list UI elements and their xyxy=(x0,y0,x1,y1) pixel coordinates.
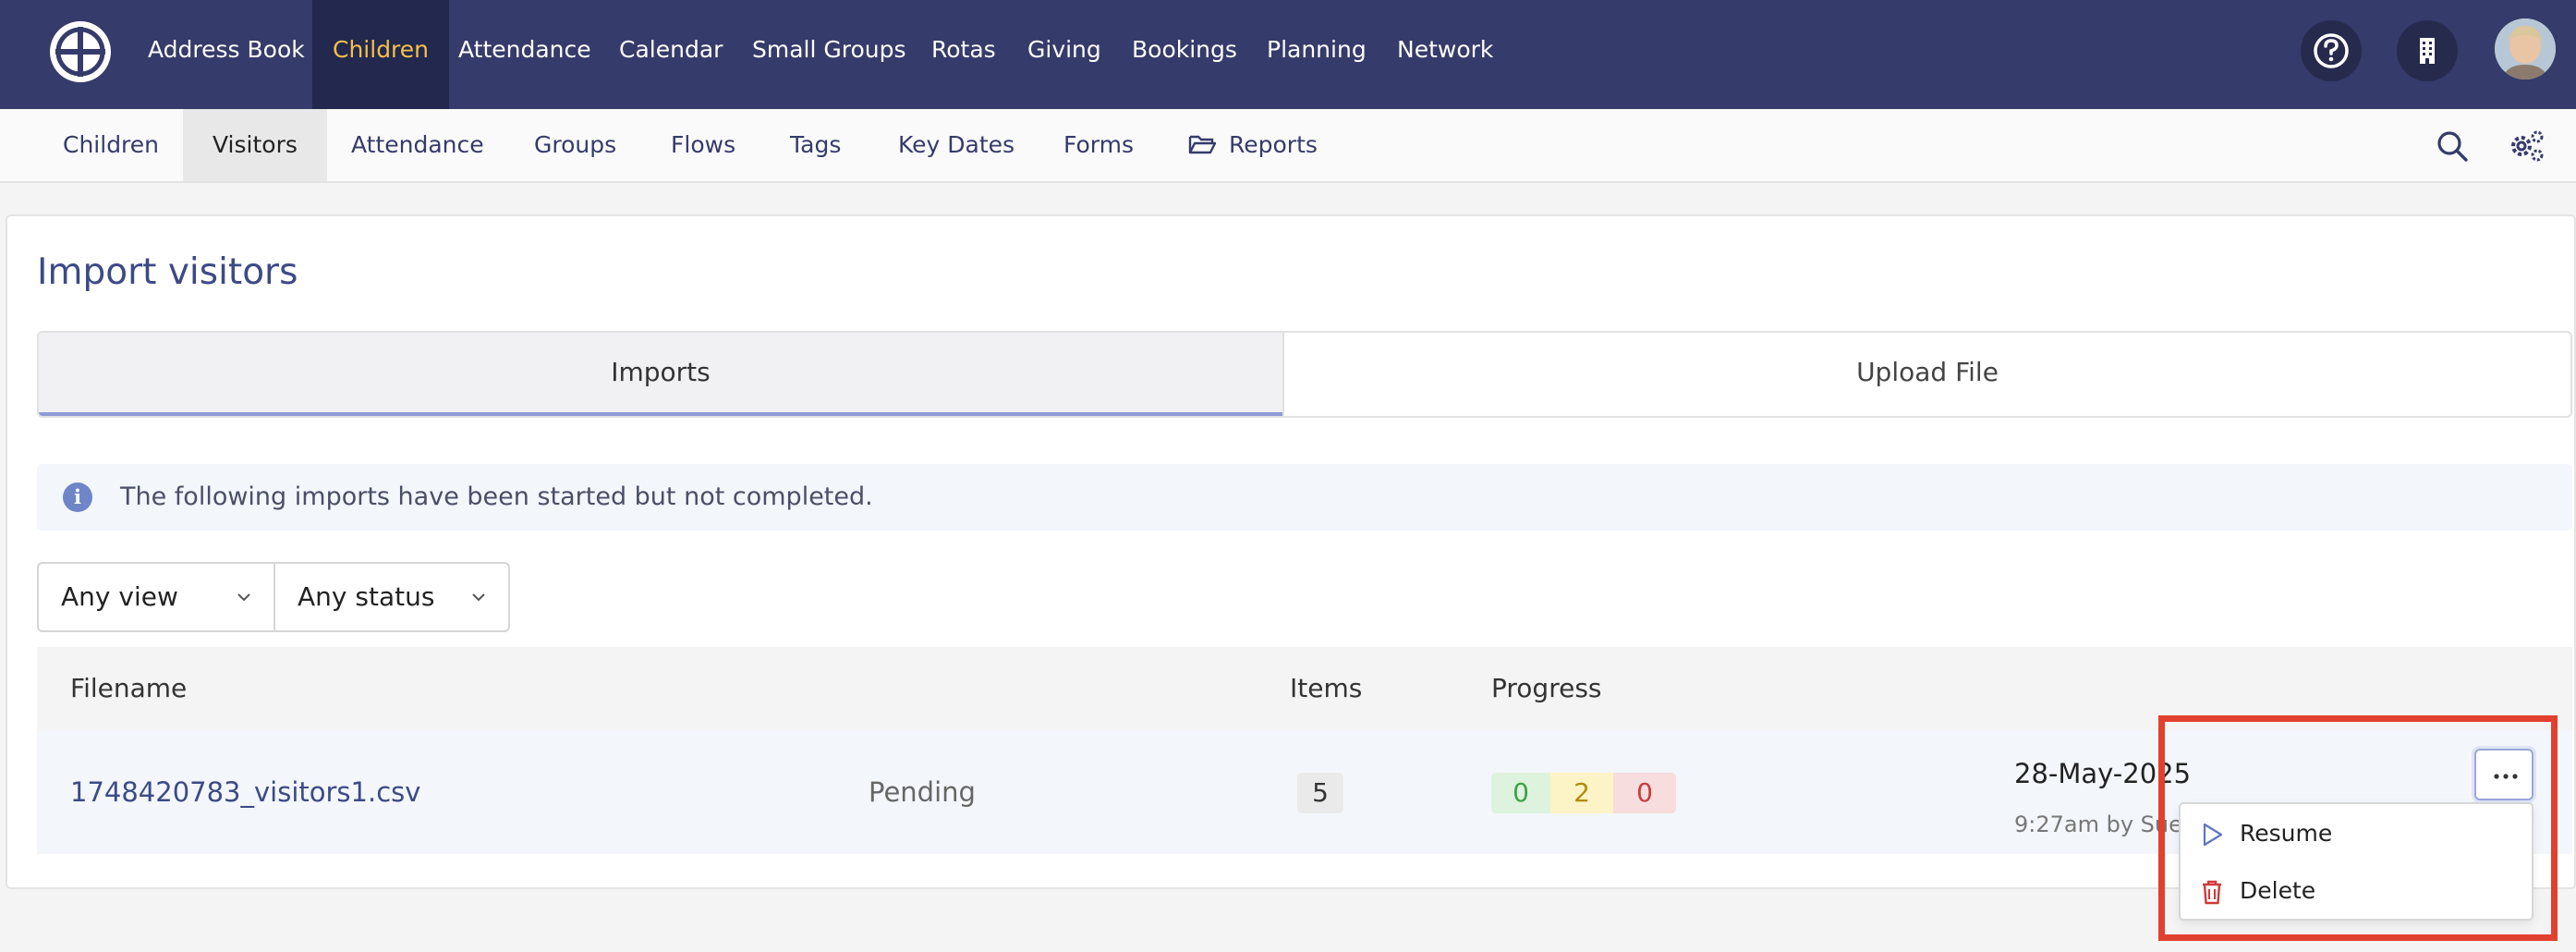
subnav-tags[interactable]: Tags xyxy=(790,109,841,181)
topnav-bookings[interactable]: Bookings xyxy=(1132,0,1237,109)
progress-failed-count: 0 xyxy=(1613,773,1676,813)
menu-item-delete-label: Delete xyxy=(2240,877,2316,904)
topnav-address-book[interactable]: Address Book xyxy=(148,0,305,109)
topnav-calendar[interactable]: Calendar xyxy=(619,0,723,109)
help-icon xyxy=(2314,33,2349,68)
chevron-down-icon xyxy=(237,593,250,602)
topnav-planning[interactable]: Planning xyxy=(1267,0,1367,109)
filename-link[interactable]: 1748420783_visitors1.csv xyxy=(70,730,420,854)
status-filter-select[interactable]: Any status xyxy=(273,562,510,632)
subnav-forms[interactable]: Forms xyxy=(1063,109,1134,181)
import-meta: 9:27am by Sue xyxy=(2014,812,2182,837)
more-horizontal-icon xyxy=(2494,774,2518,779)
items-count-badge: 5 xyxy=(1297,773,1343,813)
topnav-children[interactable]: Children xyxy=(312,0,450,109)
menu-item-resume[interactable]: Resume xyxy=(2181,806,2532,861)
info-icon: i xyxy=(63,482,92,512)
subnav-reports[interactable]: Reports xyxy=(1188,109,1318,181)
import-status: Pending xyxy=(869,776,976,808)
topnav-attendance[interactable]: Attendance xyxy=(458,0,591,109)
topnav-giving[interactable]: Giving xyxy=(1027,0,1101,109)
view-filter-value: Any view xyxy=(61,581,178,612)
user-avatar[interactable] xyxy=(2495,18,2556,79)
subnav-attendance[interactable]: Attendance xyxy=(351,109,484,181)
sub-navigation: Children Visitors Attendance Groups Flow… xyxy=(0,109,2576,183)
top-navigation: Address Book Children Attendance Calenda… xyxy=(0,0,2576,109)
search-icon[interactable] xyxy=(2436,129,2469,163)
info-message: i The following imports have been starte… xyxy=(37,464,2572,531)
page-title: Import visitors xyxy=(37,251,298,293)
help-button[interactable] xyxy=(2301,20,2362,81)
menu-item-delete[interactable]: Delete xyxy=(2181,863,2532,919)
user-photo-icon xyxy=(2495,18,2556,79)
play-icon xyxy=(2203,823,2223,847)
header-items: Items xyxy=(1290,673,1363,703)
subnav-visitors[interactable]: Visitors xyxy=(183,109,327,181)
view-filter-select[interactable]: Any view xyxy=(37,562,275,632)
topnav-network[interactable]: Network xyxy=(1397,0,1493,109)
chevron-down-icon xyxy=(472,593,485,602)
subnav-flows[interactable]: Flows xyxy=(671,109,735,181)
header-progress: Progress xyxy=(1491,673,1602,703)
subnav-children[interactable]: Children xyxy=(63,109,159,181)
app-logo-icon[interactable] xyxy=(48,19,113,84)
progress-pending-count: 2 xyxy=(1550,773,1613,813)
tab-upload-file[interactable]: Upload File xyxy=(1282,333,2570,416)
row-actions-menu: Resume Delete xyxy=(2179,802,2533,921)
folder-open-icon xyxy=(1188,135,1217,154)
progress-done-count: 0 xyxy=(1491,773,1550,813)
building-icon xyxy=(2420,38,2435,64)
organisation-button[interactable] xyxy=(2397,20,2458,81)
status-filter-value: Any status xyxy=(298,581,435,612)
subnav-key-dates[interactable]: Key Dates xyxy=(898,109,1015,181)
import-tabs: Imports Upload File xyxy=(37,331,2572,418)
settings-gears-icon[interactable] xyxy=(2508,128,2546,165)
topnav-small-groups[interactable]: Small Groups xyxy=(752,0,906,109)
info-text: The following imports have been started … xyxy=(120,482,873,511)
topnav-rotas[interactable]: Rotas xyxy=(931,0,996,109)
menu-item-resume-label: Resume xyxy=(2240,820,2333,847)
tab-imports[interactable]: Imports xyxy=(39,333,1282,416)
subnav-groups[interactable]: Groups xyxy=(534,109,616,181)
header-filename: Filename xyxy=(70,673,188,703)
trash-icon xyxy=(2203,880,2221,905)
subnav-reports-label: Reports xyxy=(1229,131,1318,158)
row-actions-button[interactable] xyxy=(2474,749,2533,800)
